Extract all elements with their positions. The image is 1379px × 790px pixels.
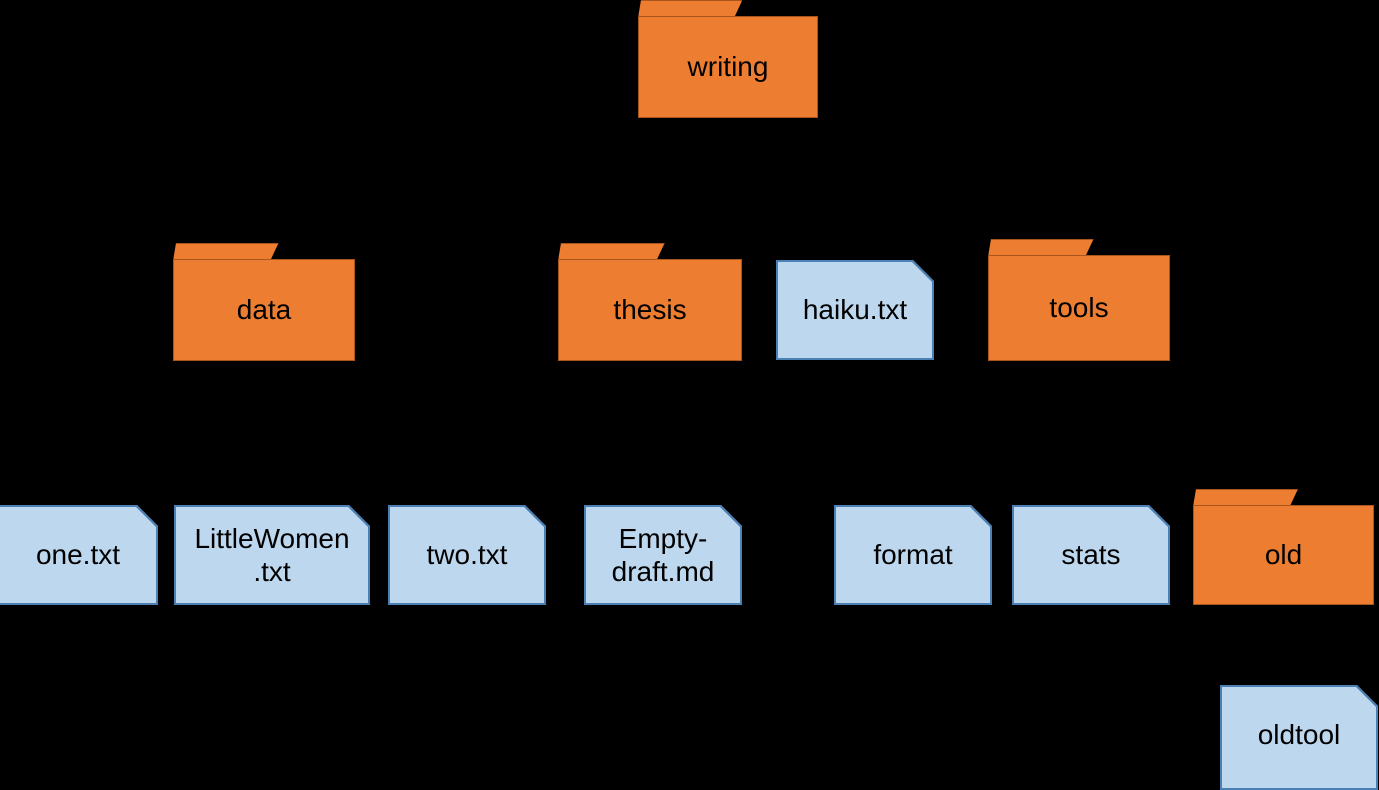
connector-lines (78, 117, 1299, 686)
file-label-one-txt: one.txt (35, 539, 121, 571)
folder-label-tools: tools (1049, 292, 1109, 324)
connector-thesis-two (466, 359, 651, 506)
file-empty-draft-md[interactable]: Empty- draft.md (584, 505, 742, 605)
file-haiku-txt[interactable]: haiku.txt (776, 260, 934, 360)
connector-writing-haiku (726, 117, 856, 261)
connector-tools-old (1078, 359, 1284, 490)
file-label-stats: stats (1061, 539, 1121, 571)
file-label-littlewomen-txt: LittleWomen .txt (194, 522, 350, 587)
file-label-two-txt: two.txt (426, 539, 508, 571)
file-oldtool[interactable]: oldtool (1220, 685, 1378, 790)
folder-tools[interactable]: tools (988, 239, 1170, 361)
connector-data-one (78, 359, 265, 506)
folder-label-data: data (236, 294, 292, 326)
connector-writing-data (263, 117, 728, 244)
connector-data-littlewomen (263, 359, 273, 506)
file-format[interactable]: format (834, 505, 992, 605)
folder-label-thesis: thesis (613, 294, 687, 326)
file-label-format: format (873, 539, 953, 571)
folder-label-writing: writing (687, 51, 769, 83)
file-label-haiku-txt: haiku.txt (802, 294, 908, 326)
folder-old[interactable]: old (1193, 489, 1374, 605)
connector-writing-thesis (649, 117, 728, 244)
folder-label-old: old (1264, 539, 1303, 571)
file-label-oldtool: oldtool (1257, 719, 1341, 751)
file-two-txt[interactable]: two.txt (388, 505, 546, 605)
file-one-txt[interactable]: one.txt (0, 505, 158, 605)
connector-writing-tools (726, 117, 1080, 240)
folder-thesis[interactable]: thesis (558, 243, 742, 361)
folder-data[interactable]: data (173, 243, 355, 361)
connector-tools-stats (1078, 359, 1092, 506)
connector-thesis-emptydraft (649, 359, 664, 506)
file-stats[interactable]: stats (1012, 505, 1170, 605)
connector-tools-format (912, 359, 1080, 506)
file-label-empty-draft-md: Empty- draft.md (611, 522, 715, 587)
file-littlewomen-txt[interactable]: LittleWomen .txt (174, 505, 370, 605)
folder-writing[interactable]: writing (638, 0, 818, 118)
connector-old-oldtool (1282, 604, 1299, 686)
file-tree-diagram: writing data thesis haiku.txt tools one.… (0, 0, 1379, 790)
